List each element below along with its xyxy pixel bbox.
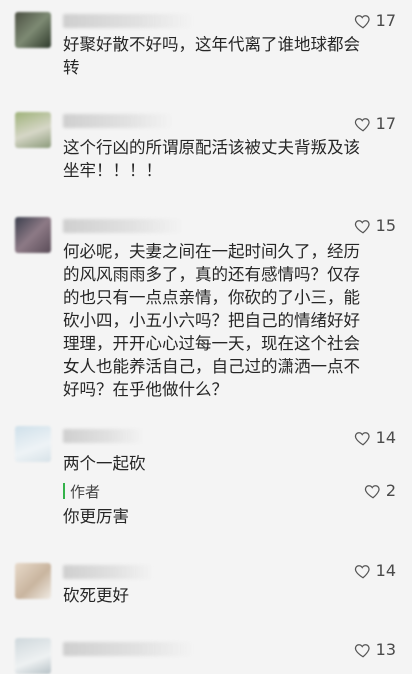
comment-item: 15 何必呢，夫妻之间在一起时间久了，经历 的风风雨雨多了，真的还有感情吗？仅存… xyxy=(0,205,412,420)
commenter-name[interactable] xyxy=(63,219,183,233)
comment-item: 17 这个行凶的所谓原配活该被丈夫背叛及该 坐牢！！！！ xyxy=(0,100,412,205)
avatar[interactable] xyxy=(15,12,51,48)
heart-outline-icon xyxy=(354,643,370,657)
heart-outline-icon xyxy=(364,484,380,498)
like-count: 2 xyxy=(385,481,396,500)
avatar[interactable] xyxy=(15,638,51,674)
like-count: 13 xyxy=(375,640,396,659)
like-count: 15 xyxy=(375,216,396,235)
like-count: 17 xyxy=(375,11,396,30)
comment-text: 何必呢，夫妻之间在一起时间久了，经历 的风风雨雨多了，真的还有感情吗？仅存 的也… xyxy=(63,242,360,399)
comment-item: 14 砍死更好 xyxy=(0,547,412,632)
like-button[interactable]: 17 xyxy=(354,11,396,30)
heart-outline-icon xyxy=(354,14,370,28)
comment-text: 两个一起砍 xyxy=(63,454,146,473)
like-count: 17 xyxy=(375,114,396,133)
like-button[interactable]: 15 xyxy=(354,216,396,235)
comment-item: 13 xyxy=(0,632,412,674)
avatar[interactable] xyxy=(15,112,51,148)
author-tag: 作者 xyxy=(70,483,101,501)
commenter-name[interactable] xyxy=(63,565,153,579)
heart-outline-icon xyxy=(354,219,370,233)
heart-outline-icon xyxy=(354,564,370,578)
like-button[interactable]: 14 xyxy=(354,428,396,447)
commenter-name[interactable] xyxy=(63,642,193,656)
reply-like-button[interactable]: 2 xyxy=(364,481,396,500)
author-reply-marker xyxy=(63,483,65,499)
commenter-name[interactable] xyxy=(63,429,143,443)
comment-text: 这个行凶的所谓原配活该被丈夫背叛及该 坐牢！！！！ xyxy=(63,138,360,180)
comment-item: 17 好聚好散不好吗，这年代离了谁地球都会 转 xyxy=(0,0,412,100)
like-count: 14 xyxy=(375,561,396,580)
commenter-name[interactable] xyxy=(63,14,193,28)
commenter-name[interactable] xyxy=(63,114,173,128)
avatar[interactable] xyxy=(15,217,51,253)
comment-text: 好聚好散不好吗，这年代离了谁地球都会 转 xyxy=(63,35,360,77)
like-button[interactable]: 13 xyxy=(354,640,396,659)
avatar[interactable] xyxy=(15,563,51,599)
like-count: 14 xyxy=(375,428,396,447)
heart-outline-icon xyxy=(354,117,370,131)
comment-item: 14 两个一起砍 作者 2 你更厉害 xyxy=(0,420,412,547)
avatar[interactable] xyxy=(15,426,51,462)
like-button[interactable]: 17 xyxy=(354,114,396,133)
reply-text: 你更厉害 xyxy=(63,507,129,526)
like-button[interactable]: 14 xyxy=(354,561,396,580)
heart-outline-icon xyxy=(354,431,370,445)
comment-text: 砍死更好 xyxy=(63,586,129,605)
